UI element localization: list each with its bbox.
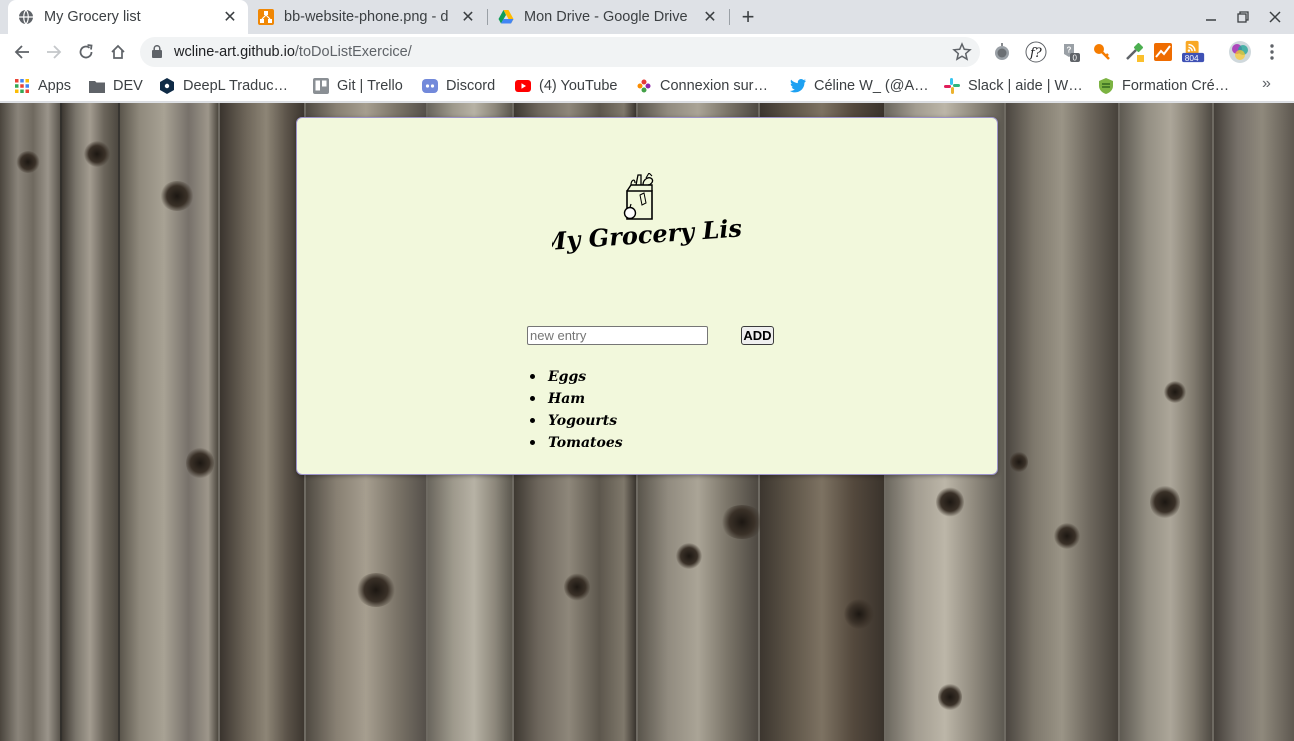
- extension-counter-badge: 0: [1073, 54, 1078, 63]
- bookmark-star-icon[interactable]: [952, 42, 972, 67]
- youtube-icon: [515, 78, 531, 94]
- bookmark-label: Git | Trello: [337, 78, 403, 94]
- back-icon[interactable]: [8, 38, 36, 66]
- bookmark-twitter[interactable]: Céline W_ (@A…: [790, 75, 929, 97]
- close-tab-icon[interactable]: ✕: [702, 9, 718, 26]
- bookmark-label: Apps: [38, 78, 72, 94]
- pinwheel-icon: [636, 78, 652, 94]
- drawio-icon: [258, 9, 274, 25]
- svg-text:f?: f?: [1029, 46, 1043, 61]
- grocery-card: My Grocery List ADD Eggs Ham Yogourts To…: [296, 117, 998, 475]
- logo-title: My Grocery List: [552, 213, 742, 257]
- forward-icon[interactable]: [40, 38, 68, 66]
- bookmark-label: Slack | aide | W…: [968, 78, 1083, 94]
- extension-font-icon[interactable]: f?: [1024, 40, 1048, 64]
- tab-separator: [729, 9, 730, 25]
- slack-icon: [944, 78, 960, 94]
- grocery-list: Eggs Ham Yogourts Tomatoes: [530, 368, 623, 456]
- bookmark-apps[interactable]: Apps: [14, 75, 71, 97]
- grocery-bag-icon: [623, 173, 654, 220]
- extension-badge: 804: [1185, 53, 1199, 63]
- home-icon[interactable]: [104, 38, 132, 66]
- lock-icon[interactable]: [152, 45, 162, 63]
- bookmark-label: Discord: [446, 78, 496, 94]
- bookmark-label: Connexion sur…: [660, 78, 768, 94]
- extension-apple-icon[interactable]: [990, 40, 1014, 64]
- bookmark-label: (4) YouTube: [539, 78, 618, 94]
- minimize-icon[interactable]: [1199, 5, 1223, 29]
- browser-toolbar: wcline-art.github.io/toDoListExercice/ f…: [0, 34, 1294, 70]
- bookmark-discord[interactable]: Discord: [422, 75, 495, 97]
- tab-title: Mon Drive - Google Drive: [524, 9, 688, 25]
- shield-icon: [1098, 78, 1114, 94]
- bookmarks-bar: Apps DEV DeepL Traduc… Git | Trello Disc…: [0, 70, 1294, 102]
- discord-icon: [422, 78, 438, 94]
- bookmark-connexion[interactable]: Connexion sur…: [636, 75, 768, 97]
- svg-text:?: ?: [1067, 46, 1072, 55]
- page-viewport: My Grocery List ADD Eggs Ham Yogourts To…: [0, 103, 1294, 741]
- bookmark-label: Céline W_ (@A…: [814, 78, 929, 94]
- extension-rss-icon[interactable]: 804: [1182, 40, 1206, 64]
- deepl-icon: [159, 78, 175, 94]
- new-tab-button[interactable]: +: [736, 4, 760, 29]
- extension-chart-icon[interactable]: [1151, 40, 1175, 64]
- url-path: /toDoListExercice/: [294, 44, 412, 60]
- bookmark-deepl[interactable]: DeepL Traduc…: [159, 75, 288, 97]
- bookmark-dev[interactable]: DEV: [89, 75, 143, 97]
- close-tab-icon[interactable]: ✕: [460, 9, 476, 26]
- url-host: wcline-art.github.io: [174, 44, 295, 60]
- close-window-icon[interactable]: [1263, 5, 1287, 29]
- bookmark-label: DeepL Traduc…: [183, 78, 289, 94]
- extension-eyedropper-icon[interactable]: [1122, 40, 1146, 64]
- folder-icon: [89, 78, 105, 94]
- twitter-icon: [790, 78, 806, 94]
- apps-grid-icon: [14, 78, 30, 94]
- bookmark-formation[interactable]: Formation Cré…: [1098, 75, 1229, 97]
- restore-icon[interactable]: [1231, 5, 1255, 29]
- globe-icon: [18, 9, 34, 25]
- bookmark-slack[interactable]: Slack | aide | W…: [944, 75, 1083, 97]
- bookmark-youtube[interactable]: (4) YouTube: [515, 75, 617, 97]
- address-bar[interactable]: wcline-art.github.io/toDoListExercice/: [140, 37, 980, 67]
- extension-key-icon[interactable]: [1090, 40, 1114, 64]
- add-button[interactable]: ADD: [741, 326, 774, 345]
- reload-icon[interactable]: [72, 38, 100, 66]
- tab-bb-website-phone[interactable]: bb-website-phone.png - d ✕: [248, 0, 486, 34]
- trello-icon: [313, 78, 329, 94]
- new-entry-input[interactable]: [527, 326, 708, 345]
- bookmarks-overflow-icon[interactable]: »: [1262, 75, 1271, 93]
- close-tab-icon[interactable]: ✕: [222, 9, 238, 26]
- bookmark-trello[interactable]: Git | Trello: [313, 75, 403, 97]
- bookmark-label: Formation Cré…: [1122, 78, 1230, 94]
- tab-title: My Grocery list: [44, 9, 141, 25]
- grocery-logo: My Grocery List: [552, 173, 742, 257]
- tab-title: bb-website-phone.png - d: [284, 9, 449, 25]
- tab-google-drive[interactable]: Mon Drive - Google Drive ✕: [488, 0, 728, 34]
- list-item[interactable]: Eggs: [530, 368, 623, 390]
- list-item[interactable]: Tomatoes: [530, 434, 623, 456]
- tab-my-grocery-list[interactable]: My Grocery list ✕: [8, 0, 248, 34]
- extension-counter-icon[interactable]: ? 0: [1058, 40, 1082, 64]
- list-item[interactable]: Ham: [530, 390, 623, 412]
- bookmark-label: DEV: [113, 78, 143, 94]
- tab-strip: My Grocery list ✕ bb-website-phone.png -…: [0, 0, 1294, 34]
- profile-avatar-icon[interactable]: [1228, 40, 1252, 64]
- menu-kebab-icon[interactable]: [1260, 40, 1284, 64]
- url-text: wcline-art.github.io/toDoListExercice/: [174, 44, 412, 60]
- list-item[interactable]: Yogourts: [530, 412, 623, 434]
- google-drive-icon: [498, 9, 514, 25]
